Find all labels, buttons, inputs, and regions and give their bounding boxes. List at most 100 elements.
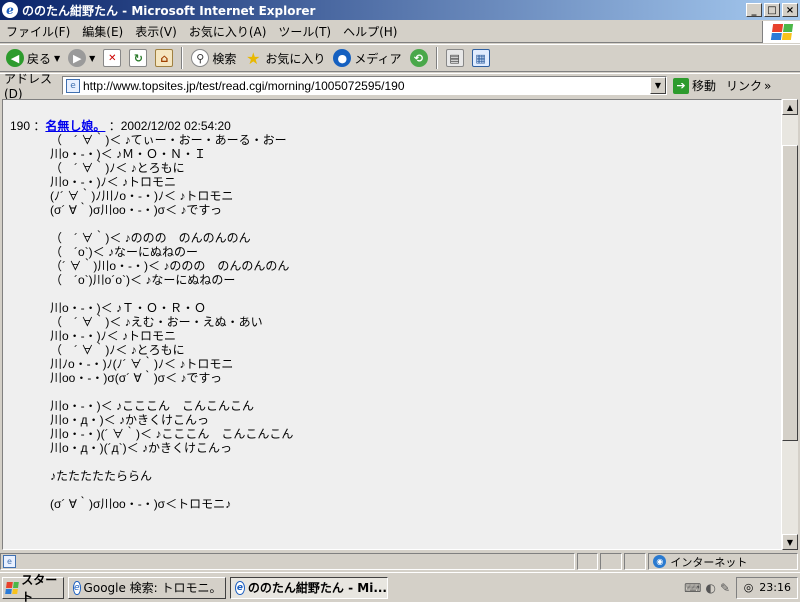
windows-flag-icon <box>5 581 20 594</box>
status-cell <box>624 553 647 570</box>
edit-button[interactable]: ▦ <box>470 49 492 67</box>
search-button[interactable]: ⚲ 検索 <box>189 49 238 67</box>
forum-post: 190 ：名無し娘。 ：2002/12/02 02:54:20 （ ´ ∀｀)＜… <box>10 119 293 511</box>
back-label: 戻る <box>27 51 52 66</box>
post-date: ：2002/12/02 02:54:20 <box>108 119 231 133</box>
history-icon: ⟲ <box>409 49 428 67</box>
post-line: 川o・-・)＜ ♪Ｍ・Ｏ・Ｎ・Ｉ <box>50 147 207 161</box>
printer-icon: ▤ <box>445 49 464 67</box>
post-separator: ： <box>33 119 46 133</box>
status-cell <box>600 553 623 570</box>
maximize-button[interactable]: □ <box>764 3 780 17</box>
network-icon: ◎ <box>743 581 754 594</box>
status-cell <box>576 553 599 570</box>
address-bar: アドレス(D) e http://www.topsites.jp/test/re… <box>0 72 800 101</box>
tray-clock[interactable]: ◎ 23:16 <box>736 576 798 599</box>
media-button[interactable]: ● メディア <box>331 49 403 67</box>
post-line: （ ´ ∀｀)＜ ♪えむ・おー・えぬ・あい <box>50 315 263 329</box>
toolbar-separator <box>435 47 438 69</box>
menu-edit[interactable]: 編集(E) <box>76 23 129 40</box>
go-button[interactable]: ➔ 移動 <box>673 77 716 94</box>
address-dropdown-icon[interactable]: ▼ <box>650 77 666 94</box>
start-button[interactable]: スタート <box>2 573 64 602</box>
post-line: 川o・-・)ﾉ＜ ♪トロモニ <box>50 329 177 343</box>
search-label: 検索 <box>212 51 237 66</box>
post-line: （ ´ ∀｀)ﾉ＜ ♪とろもに <box>50 161 185 175</box>
menu-view[interactable]: 表示(V) <box>129 23 183 40</box>
taskbar-item-google[interactable]: e Google 検索: トロモニ。 - ... <box>68 576 226 599</box>
address-input[interactable]: e http://www.topsites.jp/test/read.cgi/m… <box>62 76 667 95</box>
post-header: 190 ：名無し娘。 ：2002/12/02 02:54:20 <box>10 119 293 133</box>
minimize-button[interactable]: _ <box>746 3 762 17</box>
address-label: アドレス(D) <box>4 72 53 101</box>
task-label: Google 検索: トロモニ。 - ... <box>83 581 225 595</box>
ime-icon[interactable]: ◐ <box>705 581 715 595</box>
menu-file[interactable]: ファイル(F) <box>0 23 76 40</box>
system-tray: ⌨ ◐ ✎ <box>684 581 730 595</box>
refresh-button[interactable]: ↻ <box>127 49 149 67</box>
search-icon: ⚲ <box>191 49 210 67</box>
media-label: メディア <box>354 51 402 66</box>
vertical-scrollbar[interactable]: ▲ ▼ <box>782 99 798 550</box>
clock-time: 23:16 <box>759 581 791 594</box>
post-line <box>50 483 293 497</box>
page-icon: e <box>66 78 80 93</box>
post-line: 川o・-・)＜ ♪こここん こんこんこん <box>50 399 255 413</box>
menu-tools[interactable]: ツール(T) <box>272 23 337 40</box>
zone-label: インターネット <box>670 555 748 569</box>
windows-flag-icon <box>770 24 793 40</box>
post-line: 川o・-・)＜ ♪Ｔ・Ｏ・Ｒ・Ｏ <box>50 301 207 315</box>
menu-bar: ファイル(F) 編集(E) 表示(V) お気に入り(A) ツール(T) ヘルプ(… <box>0 21 800 43</box>
pen-icon[interactable]: ✎ <box>720 581 730 595</box>
go-label: 移動 <box>692 79 717 93</box>
stop-icon: ✕ <box>103 49 122 67</box>
windows-logo <box>762 21 800 43</box>
scroll-thumb[interactable] <box>782 145 798 441</box>
post-line <box>50 287 293 301</box>
post-line: （ ´ ∀｀)ﾉ＜ ♪とろもに <box>50 343 185 357</box>
taskbar: スタート e Google 検索: トロモニ。 - ... e ののたん紺野たん… <box>0 572 800 602</box>
post-number: 190 <box>10 119 31 133</box>
address-url[interactable]: http://www.topsites.jp/test/read.cgi/mor… <box>83 79 405 93</box>
favorites-label: お気に入り <box>265 51 326 66</box>
forward-button[interactable]: ▶ ▼ <box>66 49 97 67</box>
ie-task-icon: e <box>235 580 245 595</box>
back-button[interactable]: ◀ 戻る ▼ <box>4 49 62 67</box>
history-button[interactable]: ⟲ <box>408 49 430 67</box>
back-dropdown-icon[interactable]: ▼ <box>54 54 60 63</box>
forward-dropdown-icon[interactable]: ▼ <box>89 54 95 63</box>
post-line: 川o・-・)ﾉ＜ ♪トロモニ <box>50 175 177 189</box>
refresh-icon: ↻ <box>129 49 148 67</box>
post-line: （ ´o`)川o´o`)＜ ♪なーにぬねのー <box>50 273 236 287</box>
favorites-button[interactable]: ★ お気に入り <box>242 49 327 68</box>
post-line <box>50 217 293 231</box>
scroll-up-button[interactable]: ▲ <box>782 99 798 115</box>
edit-icon: ▦ <box>471 49 490 67</box>
page-status-icon: e <box>3 555 16 568</box>
menu-help[interactable]: ヘルプ(H) <box>337 23 403 40</box>
poster-name-link[interactable]: 名無し娘。 <box>45 119 105 133</box>
post-body: （ ´ ∀｀)＜ ♪てぃー・おー・あーる・おー 川o・-・)＜ ♪Ｍ・Ｏ・Ｎ・Ｉ （… <box>50 133 293 511</box>
links-label: リンク <box>726 79 763 93</box>
close-button[interactable]: × <box>782 3 798 17</box>
stop-button[interactable]: ✕ <box>101 49 123 67</box>
post-line: 川oo・-・)σ(σ´ ∀｀)σ＜ ♪ですっ <box>50 371 222 385</box>
taskbar-item-current[interactable]: e ののたん紺野たん - Mi... <box>230 576 388 599</box>
post-line: (ﾉ´ ∀｀)ﾉ川ﾉo・-・)ﾉ＜ ♪トロモニ <box>50 189 234 203</box>
post-line: （´ ∀｀)川o・-・)＜ ♪ののの のんのんのん <box>50 259 290 273</box>
task-label: ののたん紺野たん - Mi... <box>247 581 387 595</box>
links-button[interactable]: リンク » <box>726 77 771 94</box>
post-line: 川o・-・)(´ ∀｀)＜ ♪こここん こんこんこん <box>50 427 294 441</box>
menu-favorites[interactable]: お気に入り(A) <box>183 23 273 40</box>
keyboard-icon[interactable]: ⌨ <box>684 581 701 595</box>
post-line <box>50 385 293 399</box>
post-line: (σ´ ∀｀)σ川oo・-・)σ＜ ♪ですっ <box>50 203 222 217</box>
scroll-down-button[interactable]: ▼ <box>782 534 798 550</box>
go-arrow-icon: ➔ <box>673 77 689 94</box>
home-button[interactable]: ⌂ <box>153 49 175 67</box>
post-line: 川o・д・)＜ ♪かきくけこんっ <box>50 413 210 427</box>
back-arrow-icon: ◀ <box>6 49 24 67</box>
toolbar: ◀ 戻る ▼ ▶ ▼ ✕ ↻ ⌂ ⚲ 検索 ★ お気に入り ● メディア ⟲ ▤… <box>0 44 800 72</box>
status-bar: e ◉ インターネット <box>0 552 800 571</box>
print-button[interactable]: ▤ <box>444 49 466 67</box>
